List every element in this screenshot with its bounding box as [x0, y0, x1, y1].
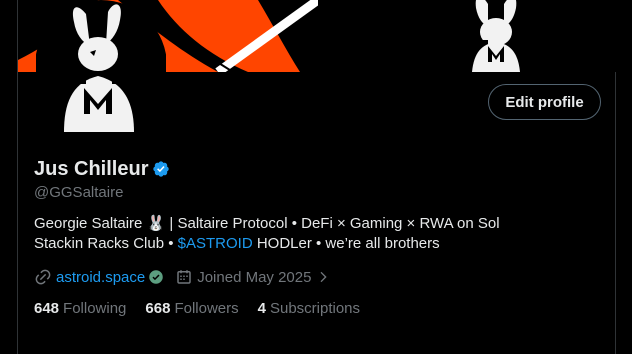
check-circle-icon — [149, 270, 163, 284]
chevron-right-icon[interactable] — [315, 269, 331, 285]
bio-text: HODLer • we’re all brothers — [252, 235, 440, 252]
following-stat[interactable]: 648 Following — [34, 300, 126, 317]
bio-line-2: Stackin Racks Club • $ASTROID HODLer • w… — [34, 234, 574, 254]
subscriptions-label: Subscriptions — [269, 300, 361, 317]
joined-date: Joined May 2025 — [197, 268, 312, 286]
profile-meta: astroid.space Joined May 2025 — [34, 266, 331, 288]
following-label: Following — [63, 300, 127, 317]
subscriptions-stat[interactable]: 4 Subscriptions — [258, 300, 360, 317]
verified-badge-icon[interactable] — [152, 160, 170, 178]
followers-label: Followers — [174, 300, 239, 317]
edit-profile-button[interactable]: Edit profile — [488, 84, 601, 120]
profile-name-row: Jus Chilleur — [34, 157, 170, 181]
profile-stats: 648 Following 668 Followers 4 Subscriptions — [34, 300, 379, 317]
calendar-icon — [177, 270, 191, 284]
following-count: 648 — [34, 300, 60, 317]
link-icon — [35, 269, 51, 285]
website-link[interactable]: astroid.space — [56, 269, 145, 286]
profile-bio: Georgie Saltaire 🐰 | Saltaire Protocol •… — [34, 214, 574, 254]
avatar[interactable] — [35, 0, 167, 132]
profile-handle: @GGSaltaire — [34, 184, 124, 201]
followers-stat[interactable]: 668 Followers — [145, 300, 238, 317]
followers-count: 668 — [145, 300, 171, 317]
bio-line-1: Georgie Saltaire 🐰 | Saltaire Protocol •… — [34, 215, 500, 232]
cashtag-link[interactable]: $ASTROID — [178, 235, 253, 252]
avatar-image — [35, 0, 167, 132]
subscriptions-count: 4 — [257, 300, 266, 317]
bio-text: Stackin Racks Club • — [34, 235, 178, 252]
profile-name: Jus Chilleur — [34, 157, 149, 180]
